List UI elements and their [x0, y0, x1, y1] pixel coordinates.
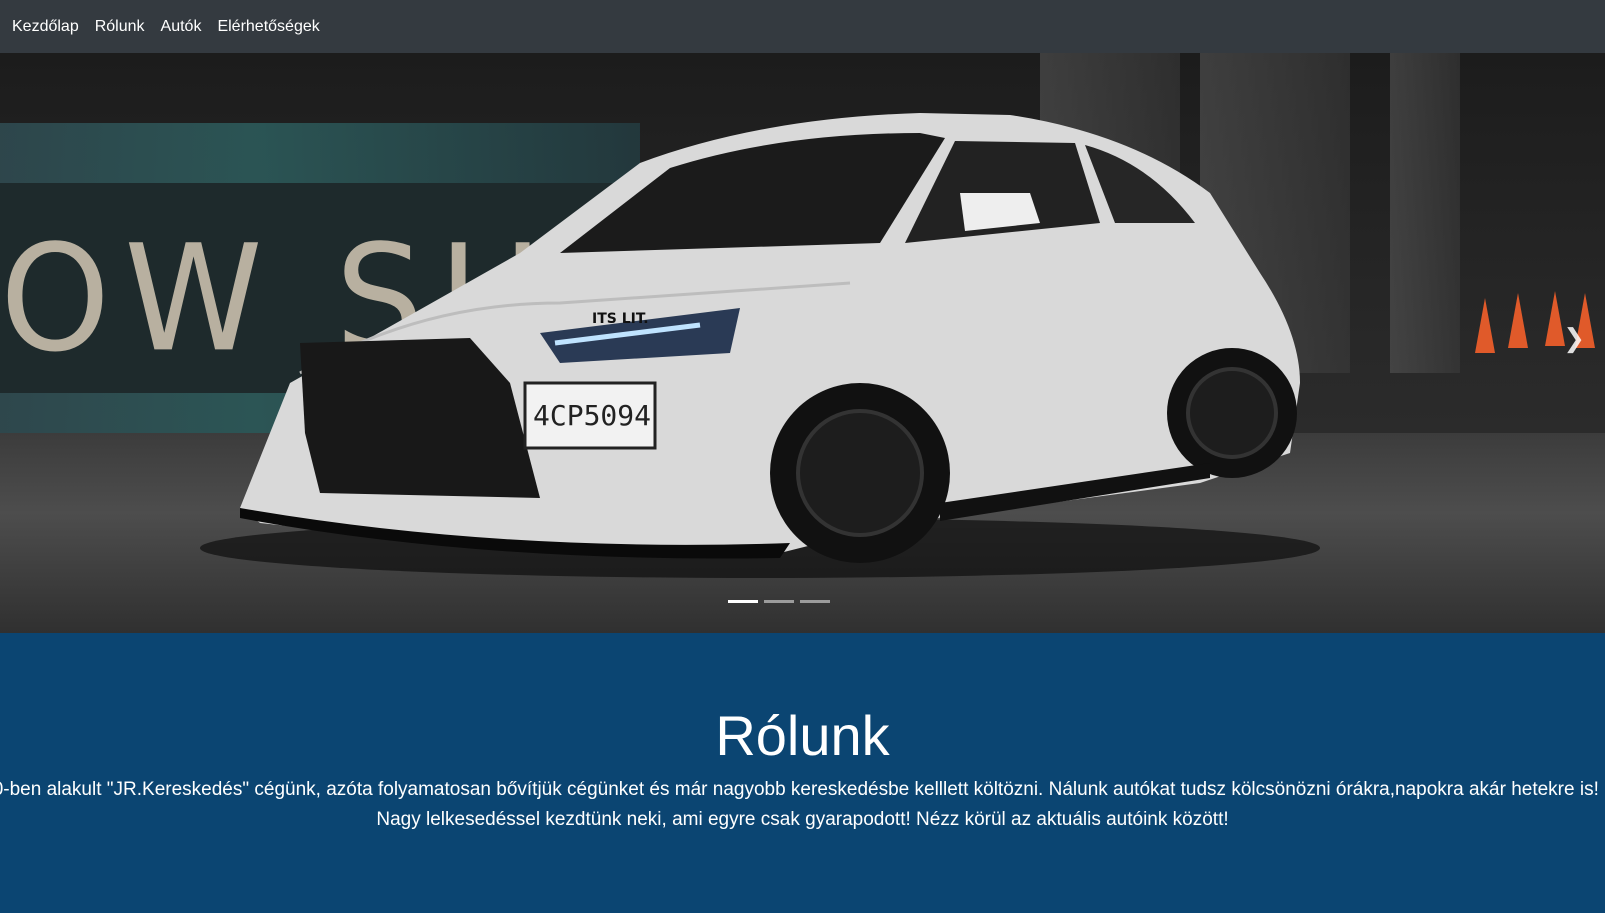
about-text-line-1: 10-ben alakult "JR.Kereskedés" cégünk, a… — [0, 779, 1599, 800]
about-section: Rólunk 10-ben alakult "JR.Kereskedés" cé… — [0, 633, 1605, 913]
about-text: 10-ben alakult "JR.Kereskedés" cégünk, a… — [0, 775, 1605, 835]
carousel-indicator[interactable] — [800, 600, 830, 603]
carousel-indicator[interactable] — [728, 600, 758, 603]
navbar: Kezdőlap Rólunk Autók Elérhetőségek — [0, 0, 1605, 53]
nav-link-contact[interactable]: Elérhetőségek — [217, 18, 319, 36]
hero-carousel: OW SHOP ITS LIT. 4CP5094 ❯ — [0, 53, 1605, 633]
about-text-line-2: Nagy lelkesedéssel kezdtünk neki, ami eg… — [376, 809, 1229, 830]
car-image: ITS LIT. 4CP5094 — [200, 113, 1320, 578]
carousel-indicator[interactable] — [764, 600, 794, 603]
windshield-sticker: ITS LIT. — [592, 311, 649, 327]
nav-link-cars[interactable]: Autók — [161, 18, 202, 36]
nav-link-home[interactable]: Kezdőlap — [12, 18, 79, 36]
about-title: Rólunk — [715, 704, 890, 767]
carousel-next-icon[interactable]: ❯ — [1563, 323, 1585, 354]
license-plate-text: 4CP5094 — [533, 399, 651, 432]
nav-link-about[interactable]: Rólunk — [95, 18, 145, 36]
carousel-indicators — [728, 600, 830, 603]
